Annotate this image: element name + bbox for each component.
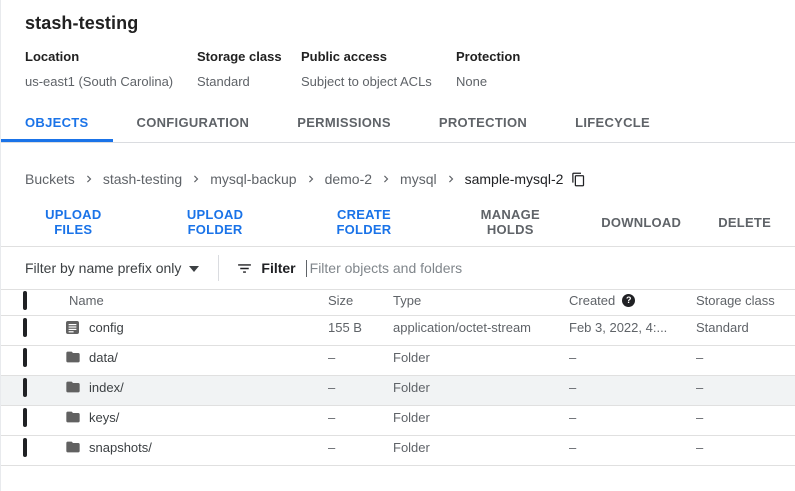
tab-protection[interactable]: PROTECTION bbox=[415, 106, 551, 142]
filter-scope-dropdown[interactable]: Filter by name prefix only bbox=[25, 259, 200, 277]
cell-type: Folder bbox=[393, 379, 430, 395]
cell-created: Feb 3, 2022, 4:... bbox=[569, 319, 668, 335]
filter-list-icon bbox=[236, 260, 253, 277]
breadcrumb-mysql-backup[interactable]: mysql-backup bbox=[210, 171, 296, 187]
tab-permissions[interactable]: PERMISSIONS bbox=[273, 106, 415, 142]
chevron-right-icon bbox=[379, 172, 393, 186]
chevron-right-icon bbox=[444, 172, 458, 186]
row-checkbox[interactable] bbox=[23, 347, 27, 367]
cell-created: – bbox=[569, 379, 577, 395]
folder-icon bbox=[65, 349, 89, 365]
cell-created: – bbox=[569, 409, 577, 425]
cell-size: – bbox=[328, 409, 336, 425]
folder-icon bbox=[65, 439, 89, 455]
content-copy-icon[interactable] bbox=[571, 172, 586, 187]
table-row: config 155 B application/octet-stream Fe… bbox=[1, 316, 795, 346]
object-actions-toolbar: UPLOAD FILES UPLOAD FOLDER CREATE FOLDER… bbox=[1, 207, 795, 237]
meta-label-location: Location bbox=[25, 49, 80, 64]
vertical-divider bbox=[218, 255, 220, 281]
object-link[interactable]: config bbox=[89, 320, 328, 335]
cell-storage-class: – bbox=[696, 379, 704, 395]
meta-label-storage-class: Storage class bbox=[197, 49, 282, 64]
meta-value-location: us-east1 (South Carolina) bbox=[25, 74, 174, 89]
upload-folder-button[interactable]: UPLOAD FOLDER bbox=[145, 207, 286, 237]
cell-storage-class: – bbox=[696, 409, 704, 425]
cell-size: – bbox=[328, 439, 336, 455]
filter-label: Filter bbox=[261, 260, 296, 276]
breadcrumb-sample-mysql-2: sample-mysql-2 bbox=[464, 171, 564, 187]
cell-type: application/octet-stream bbox=[393, 319, 532, 335]
meta-label-protection: Protection bbox=[456, 49, 521, 64]
table-row: index/ – Folder – – bbox=[1, 376, 795, 406]
upload-files-button[interactable]: UPLOAD FILES bbox=[11, 207, 136, 237]
delete-button[interactable]: DELETE bbox=[704, 215, 785, 230]
table-row: snapshots/ – Folder – – bbox=[1, 436, 795, 466]
cell-type: Folder bbox=[393, 349, 430, 365]
page-title: stash-testing bbox=[25, 13, 139, 33]
cell-created: – bbox=[569, 439, 577, 455]
manage-holds-button[interactable]: MANAGE HOLDS bbox=[442, 207, 578, 237]
column-header-created: Created bbox=[569, 292, 616, 308]
download-button[interactable]: DOWNLOAD bbox=[587, 215, 695, 230]
row-checkbox[interactable] bbox=[23, 317, 27, 337]
breadcrumb-demo-2[interactable]: demo-2 bbox=[325, 171, 372, 187]
cell-storage-class: – bbox=[696, 349, 704, 365]
folder-icon bbox=[65, 409, 89, 425]
chevron-right-icon bbox=[189, 172, 203, 186]
meta-value-storage-class: Standard bbox=[197, 74, 250, 89]
cell-created: – bbox=[569, 349, 577, 365]
cell-size: 155 B bbox=[328, 319, 362, 335]
cell-size: – bbox=[328, 379, 336, 395]
object-link[interactable]: keys/ bbox=[89, 410, 328, 425]
cell-type: Folder bbox=[393, 409, 430, 425]
text-cursor bbox=[305, 259, 307, 277]
object-link[interactable]: snapshots/ bbox=[89, 440, 328, 455]
cell-storage-class: – bbox=[696, 439, 704, 455]
breadcrumb: Buckets stash-testing mysql-backup demo-… bbox=[1, 169, 795, 189]
filter-objects-input[interactable] bbox=[309, 260, 771, 276]
meta-value-public-access: Subject to object ACLs bbox=[301, 74, 432, 89]
object-link[interactable]: data/ bbox=[89, 350, 328, 365]
breadcrumb-buckets[interactable]: Buckets bbox=[25, 171, 75, 187]
cell-storage-class: Standard bbox=[696, 319, 749, 335]
column-header-name: Name bbox=[69, 292, 104, 308]
column-header-size: Size bbox=[328, 292, 354, 308]
folder-icon bbox=[65, 379, 89, 395]
table-row: data/ – Folder – – bbox=[1, 346, 795, 376]
row-checkbox[interactable] bbox=[23, 377, 27, 397]
column-header-type: Type bbox=[393, 292, 422, 308]
filter-bar: Filter by name prefix only Filter bbox=[1, 246, 795, 289]
column-header-storage-class: Storage class bbox=[696, 292, 775, 308]
row-checkbox[interactable] bbox=[23, 437, 27, 457]
chevron-right-icon bbox=[82, 172, 96, 186]
breadcrumb-mysql[interactable]: mysql bbox=[400, 171, 437, 187]
chevron-right-icon bbox=[304, 172, 318, 186]
tab-lifecycle[interactable]: LIFECYCLE bbox=[551, 106, 674, 142]
row-checkbox[interactable] bbox=[23, 407, 27, 427]
help-icon[interactable]: ? bbox=[622, 293, 636, 307]
meta-label-public-access: Public access bbox=[301, 49, 387, 64]
cell-size: – bbox=[328, 349, 336, 365]
cell-type: Folder bbox=[393, 439, 430, 455]
meta-value-protection: None bbox=[456, 74, 488, 89]
bucket-header: stash-testing bbox=[1, 0, 795, 34]
tab-objects[interactable]: OBJECTS bbox=[1, 106, 113, 142]
create-folder-button[interactable]: CREATE FOLDER bbox=[295, 207, 434, 237]
tab-configuration[interactable]: CONFIGURATION bbox=[113, 106, 274, 142]
file-icon bbox=[65, 320, 89, 335]
object-link[interactable]: index/ bbox=[89, 380, 328, 395]
table-row: keys/ – Folder – – bbox=[1, 406, 795, 436]
select-all-checkbox[interactable] bbox=[23, 290, 27, 310]
table-header: Name Size Type Created ? Storage class bbox=[1, 289, 795, 316]
bucket-meta: Location Storage class Public access Pro… bbox=[1, 49, 795, 89]
breadcrumb-stash-testing[interactable]: stash-testing bbox=[103, 171, 182, 187]
filter-scope-label: Filter by name prefix only bbox=[25, 260, 182, 276]
dropdown-caret-icon bbox=[189, 259, 200, 277]
bucket-tabs: OBJECTS CONFIGURATION PERMISSIONS PROTEC… bbox=[1, 106, 795, 143]
